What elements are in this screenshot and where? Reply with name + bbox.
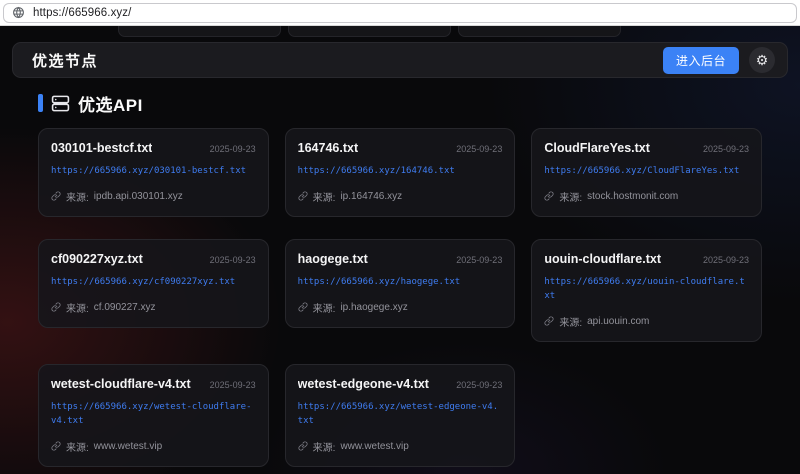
card-source-value: ip.haogege.xyz: [340, 302, 407, 313]
server-stack-icon: [51, 94, 70, 113]
cutoff-card: [288, 26, 451, 37]
link-chain-icon: [51, 302, 61, 312]
link-chain-icon: [298, 191, 308, 201]
card-header: CloudFlareYes.txt 2025-09-23: [544, 141, 749, 155]
api-card: CloudFlareYes.txt 2025-09-23 https://665…: [531, 128, 762, 217]
page-title: 优选节点: [32, 50, 98, 71]
card-source-label: 来源:: [66, 189, 89, 204]
card-source-value: www.wetest.vip: [340, 441, 408, 452]
card-url-link[interactable]: https://665966.xyz/uouin-cloudflare.txt: [544, 276, 749, 304]
card-date: 2025-09-23: [703, 144, 749, 154]
card-source-row: 来源: ip.164746.xyz: [298, 189, 503, 204]
link-chain-icon: [544, 191, 554, 201]
card-url-link[interactable]: https://665966.xyz/CloudFlareYes.txt: [544, 165, 749, 179]
site-info-icon[interactable]: [12, 6, 25, 19]
card-source-row: 来源: stock.hostmonit.com: [544, 189, 749, 204]
browser-bar: https://665966.xyz/: [0, 0, 800, 26]
api-card: uouin-cloudflare.txt 2025-09-23 https://…: [531, 239, 762, 342]
card-url-link[interactable]: https://665966.xyz/wetest-cloudflare-v4.…: [51, 401, 256, 429]
card-date: 2025-09-23: [210, 380, 256, 390]
card-header: haogege.txt 2025-09-23: [298, 252, 503, 266]
api-card: cf090227xyz.txt 2025-09-23 https://66596…: [38, 239, 269, 328]
card-title: 164746.txt: [298, 141, 358, 155]
card-source-row: 来源: www.wetest.vip: [51, 439, 256, 454]
link-chain-icon: [544, 316, 554, 326]
card-source-row: 来源: www.wetest.vip: [298, 439, 503, 454]
card-title: wetest-edgeone-v4.txt: [298, 377, 429, 391]
card-source-label: 来源:: [313, 300, 336, 315]
accent-bar: [38, 94, 43, 112]
card-source-row: 来源: api.uouin.com: [544, 314, 749, 329]
link-chain-icon: [51, 441, 61, 451]
address-url: https://665966.xyz/: [33, 7, 131, 19]
card-url-link[interactable]: https://665966.xyz/164746.txt: [298, 165, 503, 179]
card-date: 2025-09-23: [703, 255, 749, 265]
card-source-value: www.wetest.vip: [94, 441, 162, 452]
card-title: CloudFlareYes.txt: [544, 141, 650, 155]
card-source-label: 来源:: [559, 314, 582, 329]
cutoff-card: [118, 26, 281, 37]
card-title: haogege.txt: [298, 252, 368, 266]
card-date: 2025-09-23: [456, 144, 502, 154]
card-header: cf090227xyz.txt 2025-09-23: [51, 252, 256, 266]
card-url-link[interactable]: https://665966.xyz/cf090227xyz.txt: [51, 276, 256, 290]
card-source-row: 来源: ipdb.api.030101.xyz: [51, 189, 256, 204]
cutoff-card: [458, 26, 621, 37]
card-source-row: 来源: ip.haogege.xyz: [298, 300, 503, 315]
card-url-link[interactable]: https://665966.xyz/030101-bestcf.txt: [51, 165, 256, 179]
card-header: uouin-cloudflare.txt 2025-09-23: [544, 252, 749, 266]
card-title: cf090227xyz.txt: [51, 252, 143, 266]
api-card: haogege.txt 2025-09-23 https://665966.xy…: [285, 239, 516, 328]
card-url-link[interactable]: https://665966.xyz/haogege.txt: [298, 276, 503, 290]
page-header: 优选节点 进入后台 ⚙: [12, 42, 788, 78]
gear-icon: ⚙: [756, 53, 769, 67]
card-source-row: 来源: cf.090227.xyz: [51, 300, 256, 315]
card-date: 2025-09-23: [210, 144, 256, 154]
card-date: 2025-09-23: [210, 255, 256, 265]
card-date: 2025-09-23: [456, 380, 502, 390]
card-source-value: stock.hostmonit.com: [587, 191, 678, 202]
address-bar[interactable]: https://665966.xyz/: [3, 3, 797, 23]
card-source-value: ipdb.api.030101.xyz: [94, 191, 183, 202]
api-card: 164746.txt 2025-09-23 https://665966.xyz…: [285, 128, 516, 217]
api-card: 030101-bestcf.txt 2025-09-23 https://665…: [38, 128, 269, 217]
card-grid: 030101-bestcf.txt 2025-09-23 https://665…: [38, 128, 762, 467]
card-source-value: cf.090227.xyz: [94, 302, 156, 313]
link-chain-icon: [298, 302, 308, 312]
settings-button[interactable]: ⚙: [749, 47, 775, 73]
card-source-label: 来源:: [313, 439, 336, 454]
card-title: wetest-cloudflare-v4.txt: [51, 377, 191, 391]
api-card: wetest-edgeone-v4.txt 2025-09-23 https:/…: [285, 364, 516, 467]
card-header: wetest-edgeone-v4.txt 2025-09-23: [298, 377, 503, 391]
section-header: 优选API: [38, 92, 800, 114]
api-card: wetest-cloudflare-v4.txt 2025-09-23 http…: [38, 364, 269, 467]
link-chain-icon: [51, 191, 61, 201]
card-source-label: 来源:: [313, 189, 336, 204]
card-source-value: ip.164746.xyz: [340, 191, 402, 202]
admin-button[interactable]: 进入后台: [663, 47, 739, 74]
card-source-label: 来源:: [66, 300, 89, 315]
section-title: 优选API: [78, 91, 143, 116]
card-source-label: 来源:: [559, 189, 582, 204]
card-url-link[interactable]: https://665966.xyz/wetest-edgeone-v4.txt: [298, 401, 503, 429]
card-title: 030101-bestcf.txt: [51, 141, 152, 155]
card-source-label: 来源:: [66, 439, 89, 454]
card-header: wetest-cloudflare-v4.txt 2025-09-23: [51, 377, 256, 391]
card-title: uouin-cloudflare.txt: [544, 252, 661, 266]
card-source-value: api.uouin.com: [587, 316, 649, 327]
card-header: 030101-bestcf.txt 2025-09-23: [51, 141, 256, 155]
card-header: 164746.txt 2025-09-23: [298, 141, 503, 155]
link-chain-icon: [298, 441, 308, 451]
card-date: 2025-09-23: [456, 255, 502, 265]
